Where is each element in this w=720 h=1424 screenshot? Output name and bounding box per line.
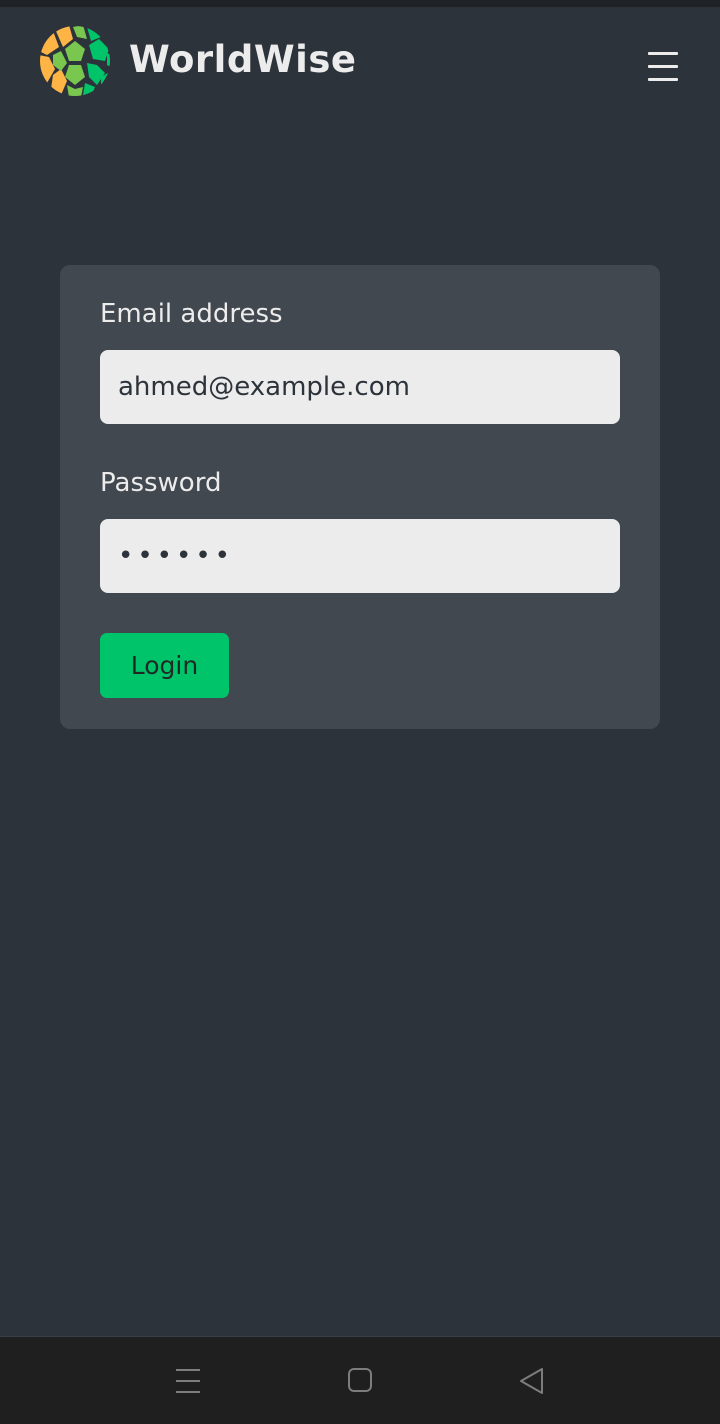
password-label: Password bbox=[100, 468, 222, 498]
brand-name: WorldWise bbox=[129, 38, 357, 81]
password-field[interactable] bbox=[100, 519, 620, 593]
menu-bar-bottom bbox=[648, 78, 678, 81]
globe-logo-icon[interactable] bbox=[39, 25, 111, 97]
hamburger-menu-icon[interactable] bbox=[640, 45, 686, 89]
recent-apps-icon[interactable] bbox=[168, 1363, 208, 1399]
app-header: WorldWise bbox=[0, 7, 720, 117]
system-navigation-bar bbox=[0, 1336, 720, 1424]
menu-bar-top bbox=[648, 52, 678, 55]
login-form: Email address Password Login bbox=[60, 265, 660, 729]
login-button[interactable]: Login bbox=[100, 633, 229, 698]
back-icon[interactable] bbox=[512, 1363, 552, 1399]
email-label: Email address bbox=[100, 299, 283, 329]
status-bar bbox=[0, 0, 720, 7]
home-icon[interactable] bbox=[340, 1363, 380, 1399]
menu-bar-middle bbox=[648, 65, 678, 68]
email-field[interactable] bbox=[100, 350, 620, 424]
